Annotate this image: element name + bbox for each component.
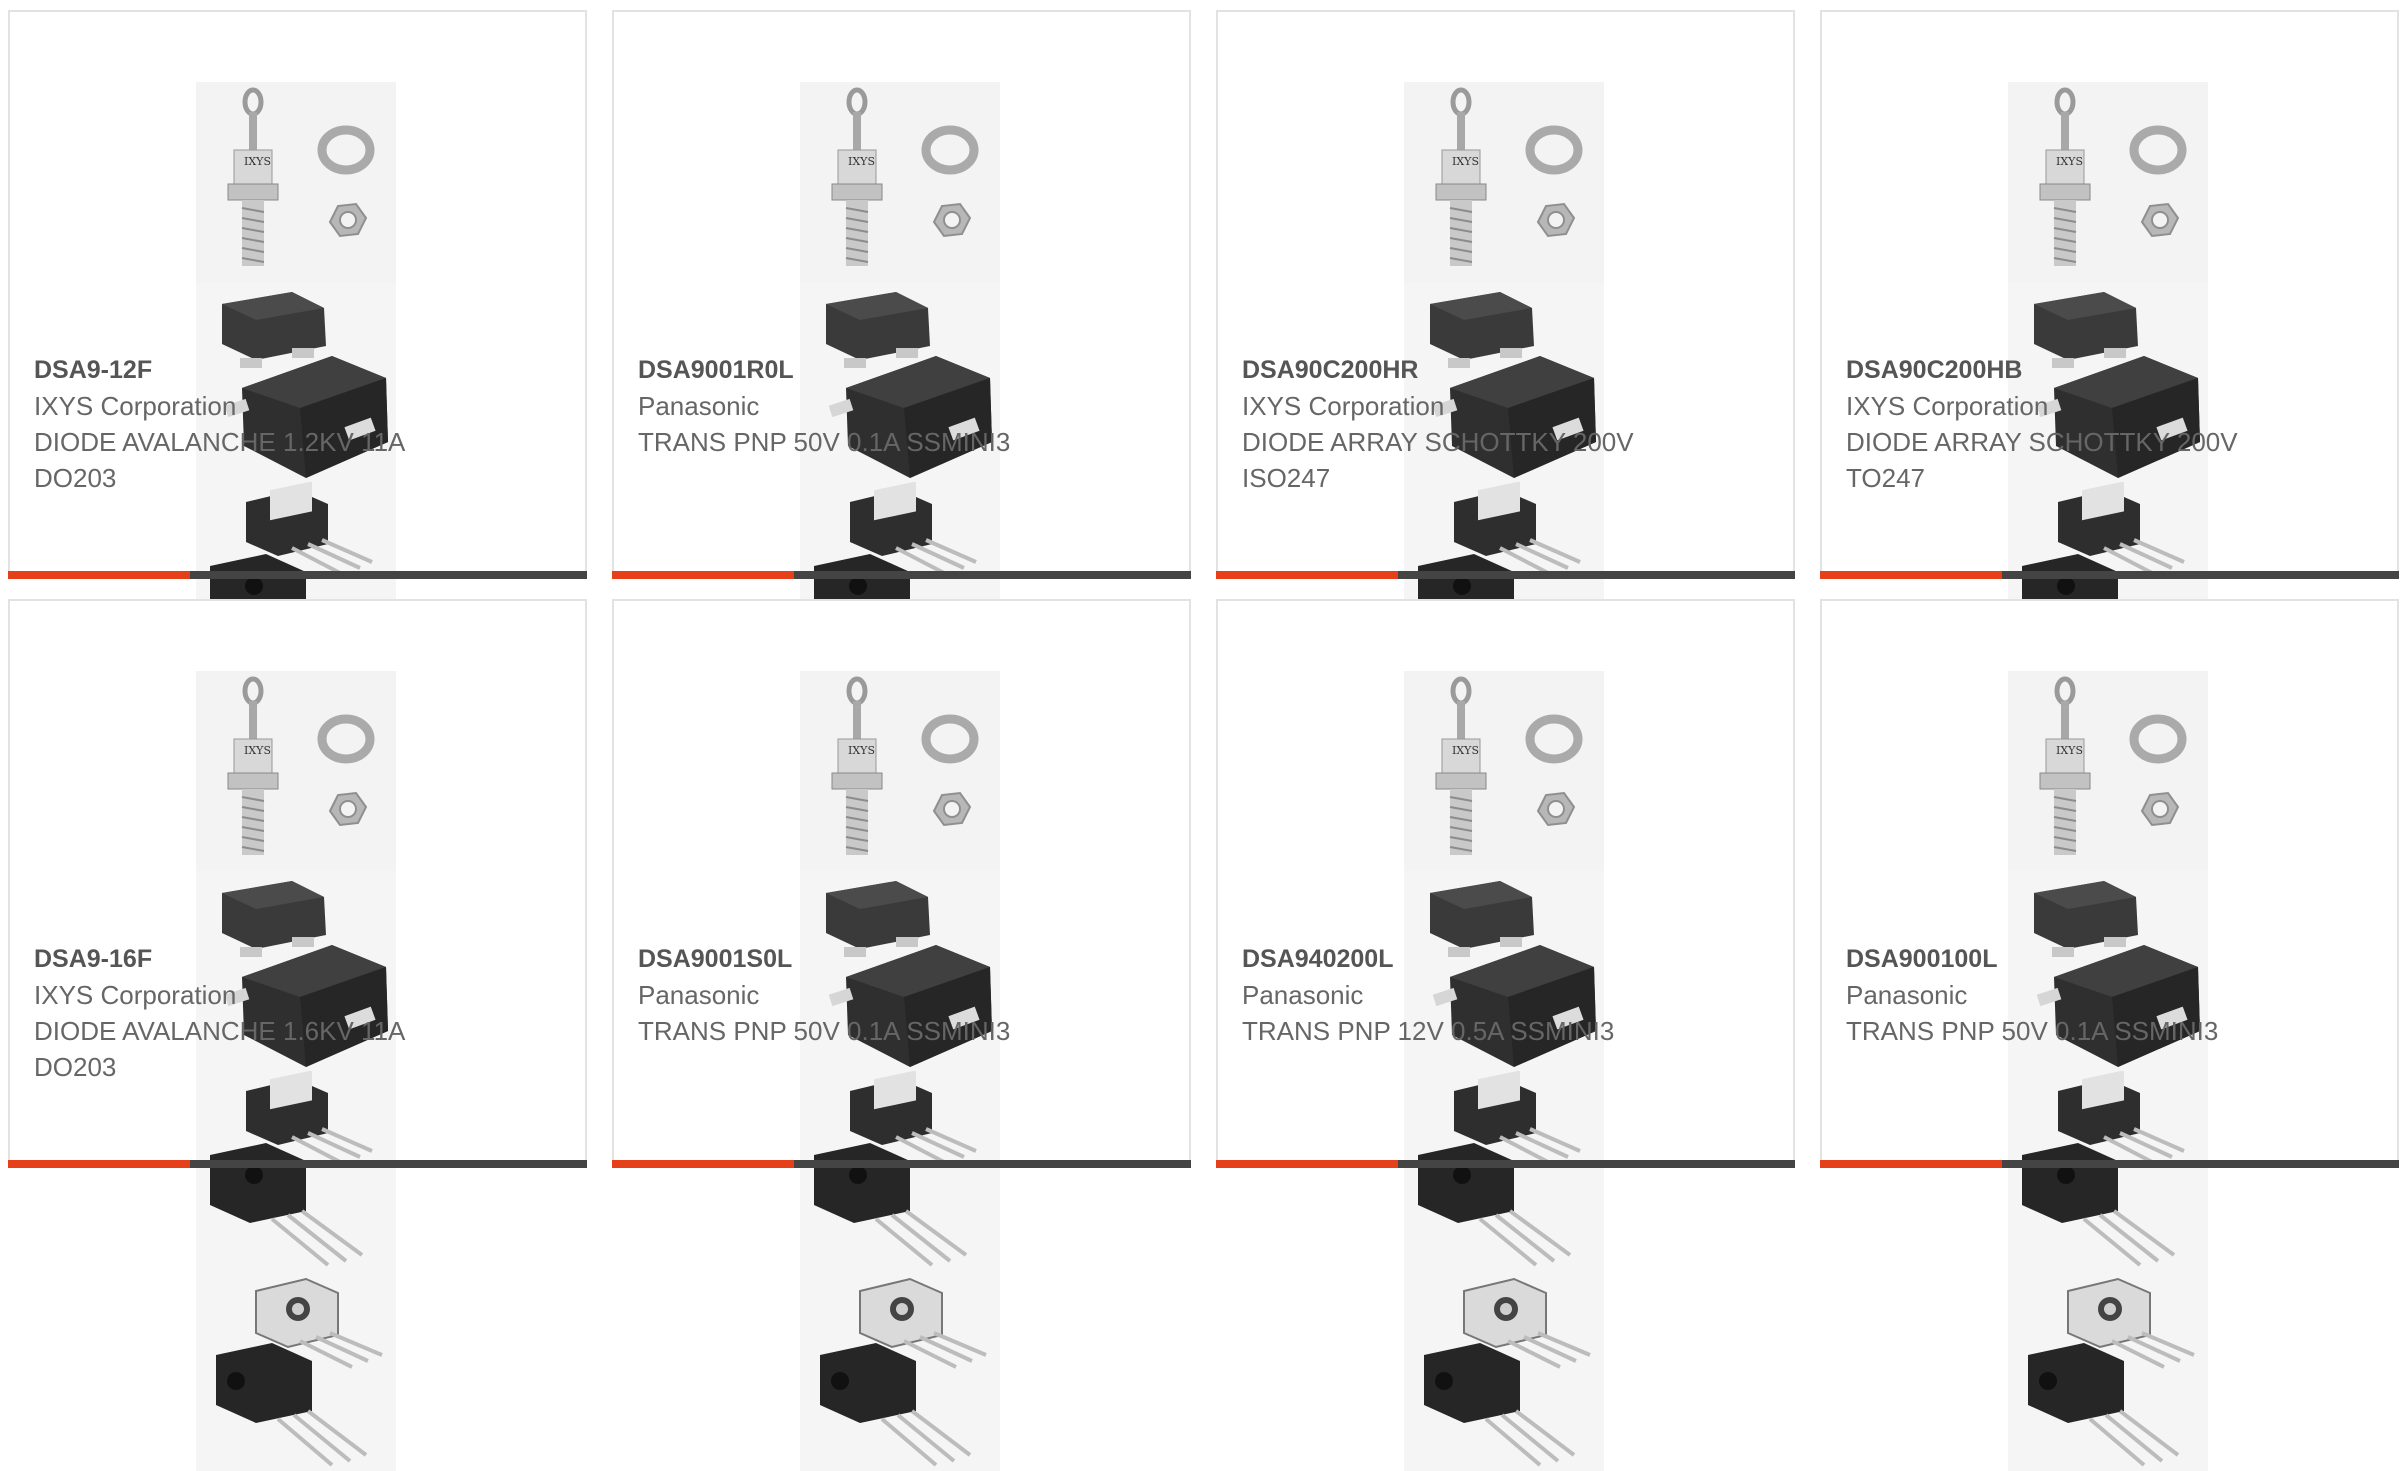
product-image[interactable]: IXYS	[1404, 671, 1604, 1471]
part-number-link[interactable]: DSA90C200HB	[1846, 352, 2373, 388]
part-number-link[interactable]: DSA9-16F	[34, 941, 561, 977]
stud-diode-icon: IXYS	[196, 671, 396, 871]
card-bottom-bar	[612, 571, 1191, 579]
product-description: DIODE AVALANCHE 1.2KV 11A DO203	[34, 427, 404, 493]
diode-marking: IXYS	[244, 744, 271, 757]
product-description: TRANS PNP 50V 0.1A SSMINI3	[1846, 1016, 2219, 1046]
to247-isolated-icon	[1404, 1071, 1604, 1271]
diode-marking: IXYS	[1452, 155, 1479, 168]
product-card-dsa900100l[interactable]: IXYS DSA900100L Panasonic TRANS PNP 50V …	[1820, 599, 2399, 1471]
product-description: DIODE ARRAY SCHOTTKY 200V TO247	[1846, 427, 2238, 493]
product-card-dsa9001r0l[interactable]: IXYS DSA9001R0L Panasonic TRANS PNP 50V …	[612, 10, 1191, 882]
product-card-dsa9001s0l[interactable]: IXYS DSA9001S0L Panasonic TRANS PNP 50V …	[612, 599, 1191, 1471]
product-card-dsa90c200hr[interactable]: IXYS DSA90C200HR IXYS Corporation DIODE …	[1216, 10, 1795, 882]
product-image[interactable]: IXYS	[2008, 671, 2208, 1471]
to247-icon	[196, 1271, 396, 1471]
part-number-link[interactable]: DSA900100L	[1846, 941, 2373, 977]
manufacturer: IXYS Corporation	[1242, 391, 1445, 421]
to247-icon	[2008, 1271, 2208, 1471]
product-image[interactable]: IXYS	[800, 671, 1000, 1471]
product-grid: IXYS DSA9-12F IXYS Corporation DIODE AVA…	[8, 10, 2399, 1471]
manufacturer: IXYS Corporation	[1846, 391, 2049, 421]
stud-diode-icon: IXYS	[1404, 82, 1604, 282]
card-bottom-bar	[1216, 571, 1795, 579]
product-description: DIODE ARRAY SCHOTTKY 200V ISO247	[1242, 427, 1634, 493]
product-card-dsa9-12f[interactable]: IXYS DSA9-12F IXYS Corporation DIODE AVA…	[8, 10, 587, 882]
product-image[interactable]: IXYS	[2008, 82, 2208, 882]
stud-diode-icon: IXYS	[196, 82, 396, 282]
card-accent-bar	[1820, 571, 2002, 579]
product-description: TRANS PNP 50V 0.1A SSMINI3	[638, 1016, 1011, 1046]
to247-icon	[1404, 1271, 1604, 1471]
product-card-dsa90c200hb[interactable]: IXYS DSA90C200HB IXYS Corporation DIODE …	[1820, 10, 2399, 882]
stud-diode-icon: IXYS	[2008, 671, 2208, 871]
product-card-dsa9-16f[interactable]: IXYS DSA9-16F IXYS Corporation DIODE AVA…	[8, 599, 587, 1471]
diode-marking: IXYS	[848, 155, 875, 168]
product-card-dsa940200l[interactable]: IXYS DSA940200L Panasonic TRANS PNP 12V …	[1216, 599, 1795, 1471]
part-number-link[interactable]: DSA9001R0L	[638, 352, 1165, 388]
stud-diode-icon: IXYS	[800, 82, 1000, 282]
to247-isolated-icon	[2008, 1071, 2208, 1271]
part-number-link[interactable]: DSA9-12F	[34, 352, 561, 388]
part-number-link[interactable]: DSA9001S0L	[638, 941, 1165, 977]
stud-diode-icon: IXYS	[2008, 82, 2208, 282]
diode-marking: IXYS	[244, 155, 271, 168]
manufacturer: IXYS Corporation	[34, 980, 237, 1010]
card-accent-bar	[1216, 571, 1398, 579]
stud-diode-icon: IXYS	[1404, 671, 1604, 871]
diode-marking: IXYS	[848, 744, 875, 757]
part-number-link[interactable]: DSA90C200HR	[1242, 352, 1769, 388]
manufacturer: IXYS Corporation	[34, 391, 237, 421]
product-description: DIODE AVALANCHE 1.6KV 11A DO203	[34, 1016, 404, 1082]
diode-marking: IXYS	[2056, 744, 2083, 757]
product-description: TRANS PNP 12V 0.5A SSMINI3	[1242, 1016, 1615, 1046]
diode-marking: IXYS	[1452, 744, 1479, 757]
product-description: TRANS PNP 50V 0.1A SSMINI3	[638, 427, 1011, 457]
to247-icon	[800, 1271, 1000, 1471]
manufacturer: Panasonic	[638, 391, 760, 421]
card-bottom-bar	[8, 571, 587, 579]
manufacturer: Panasonic	[638, 980, 760, 1010]
product-image[interactable]: IXYS	[800, 82, 1000, 882]
card-accent-bar	[8, 571, 190, 579]
part-number-link[interactable]: DSA940200L	[1242, 941, 1769, 977]
product-image[interactable]: IXYS	[1404, 82, 1604, 882]
to247-isolated-icon	[800, 1071, 1000, 1271]
card-accent-bar	[612, 571, 794, 579]
manufacturer: Panasonic	[1846, 980, 1968, 1010]
to247-isolated-icon	[196, 1071, 396, 1271]
product-image[interactable]: IXYS	[196, 671, 396, 1471]
manufacturer: Panasonic	[1242, 980, 1364, 1010]
product-image[interactable]: IXYS	[196, 82, 396, 882]
stud-diode-icon: IXYS	[800, 671, 1000, 871]
card-bottom-bar	[1820, 571, 2399, 579]
diode-marking: IXYS	[2056, 155, 2083, 168]
